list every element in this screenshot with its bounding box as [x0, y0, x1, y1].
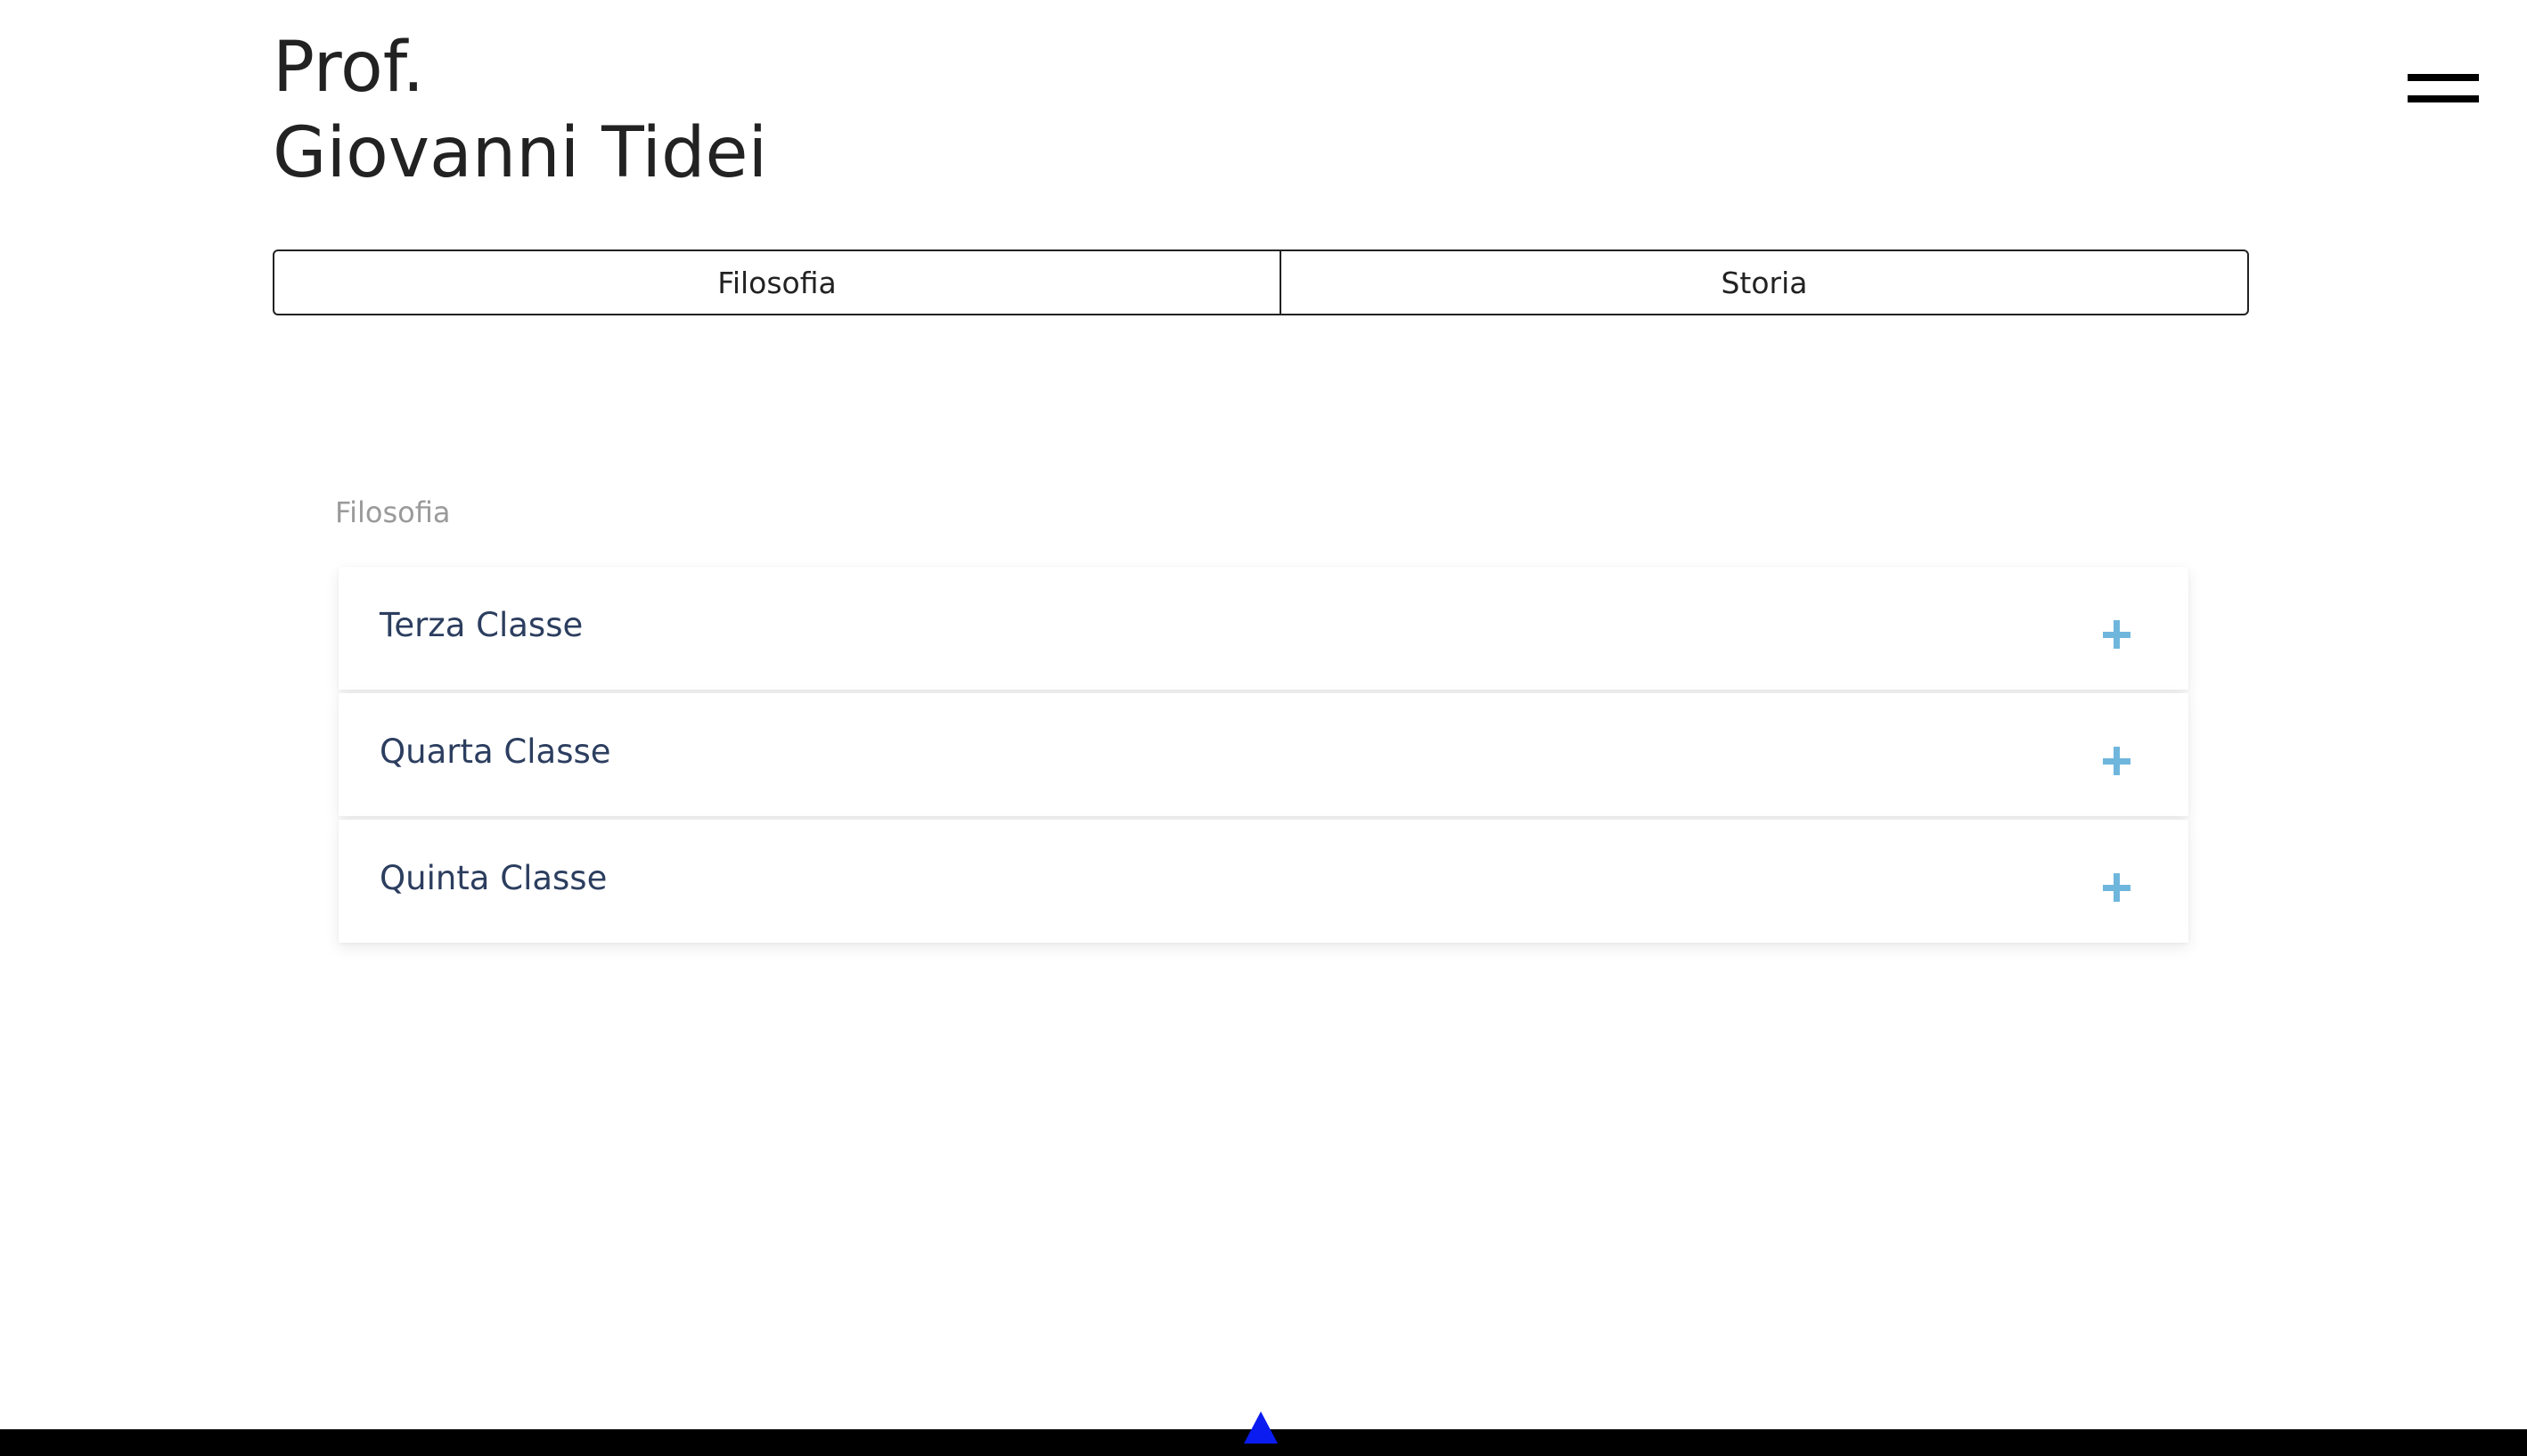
tab-filosofia[interactable]: Filosofia: [274, 251, 1281, 314]
subject-tabs: Filosofia Storia: [273, 249, 2249, 315]
accordion-item-quarta-classe[interactable]: Quarta Classe: [339, 693, 2188, 816]
section-label: Filosofia: [335, 495, 451, 529]
accordion-item-label: Quarta Classe: [380, 732, 611, 771]
title-line-2: Giovanni Tidei: [273, 113, 768, 193]
hamburger-bar-top: [2408, 74, 2479, 81]
class-accordion: Terza Classe Quarta Classe Quinta Classe: [339, 567, 2188, 946]
accordion-item-quinta-classe[interactable]: Quinta Classe: [339, 820, 2188, 943]
accordion-item-label: Quinta Classe: [380, 859, 608, 897]
triangle-up-icon[interactable]: [1243, 1410, 1279, 1445]
page: Prof. Giovanni Tidei Filosofia Storia Fi…: [0, 0, 2527, 1456]
hamburger-menu-icon[interactable]: [2408, 71, 2479, 107]
accordion-item-label: Terza Classe: [380, 606, 584, 644]
title-line-1: Prof.: [273, 28, 425, 108]
plus-icon[interactable]: [2090, 608, 2144, 661]
plus-icon[interactable]: [2090, 861, 2144, 914]
accordion-item-terza-classe[interactable]: Terza Classe: [339, 567, 2188, 690]
plus-icon[interactable]: [2090, 734, 2144, 788]
hamburger-bar-bottom: [2408, 95, 2479, 102]
page-title: Prof. Giovanni Tidei: [273, 25, 767, 196]
tab-storia[interactable]: Storia: [1281, 251, 2247, 314]
